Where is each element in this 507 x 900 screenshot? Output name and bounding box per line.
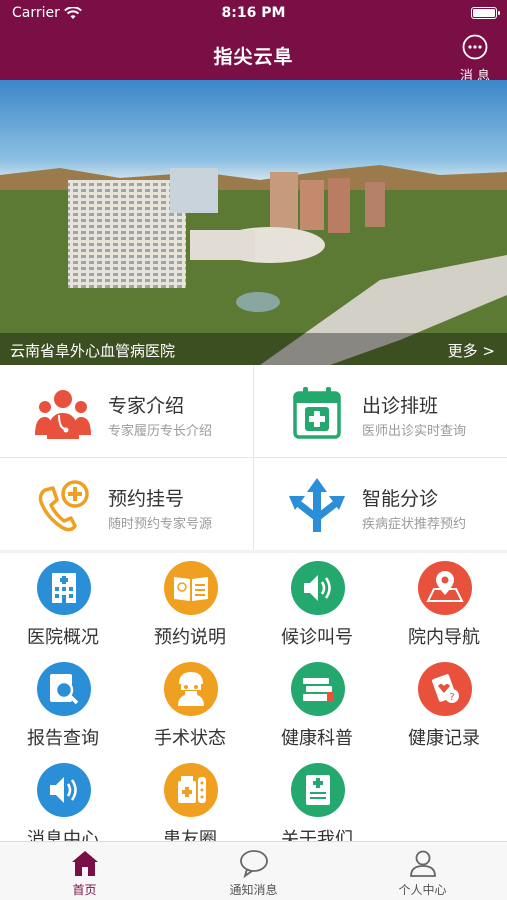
feature-subtitle: 医师出诊实时查询 <box>362 424 467 439</box>
grid-item-label: 候诊叫号 <box>281 627 353 648</box>
tab-label: 个人中心 <box>398 883 447 897</box>
app-header: Carrier 8:16 PM 指尖云阜 消 息 <box>0 0 507 84</box>
banner-caption: 云南省阜外心血管病医院 更多 > <box>0 333 507 365</box>
grid-item-label: 关于我们 <box>281 829 353 841</box>
tab-label: 首页 <box>72 883 97 897</box>
phone-plus-icon <box>38 480 89 532</box>
grid-item-label: 院内导航 <box>408 627 480 648</box>
grid-item-label: 健康科普 <box>281 728 353 749</box>
grid-item-hospital-overview[interactable]: 医院概况 <box>0 553 126 653</box>
messages-button[interactable]: 消 息 <box>455 34 495 84</box>
books-icon <box>291 662 345 716</box>
grid-item-navigation[interactable]: 院内导航 <box>381 553 507 653</box>
surgeon-icon <box>164 662 218 716</box>
tab-label: 通知消息 <box>229 883 278 897</box>
home-icon <box>72 851 98 876</box>
grid-item-report-query[interactable]: 报告查询 <box>0 654 126 754</box>
feature-title: 专家介绍 <box>108 395 185 417</box>
calendar-cross-icon <box>293 387 341 439</box>
svg-text:?: ? <box>449 692 454 703</box>
grid-item-appointment-notes[interactable]: 预约说明 <box>127 553 253 653</box>
grid-item-about-us[interactable]: 关于我们 <box>254 755 380 841</box>
feature-cards: 专家介绍 专家履历专长介绍 出诊排班 医师出诊实时查询 预约挂号 随时预约专家号… <box>0 365 507 550</box>
grid-item-label: 医院概况 <box>27 627 99 648</box>
speaker-icon <box>37 763 91 817</box>
medicine-bottle-icon <box>164 763 218 817</box>
banner-title: 云南省阜外心血管病医院 <box>10 342 176 360</box>
triage-arrows-icon <box>289 478 345 532</box>
person-icon <box>410 850 436 877</box>
grid-item-label: 患友圈 <box>163 829 217 841</box>
grid-item-queue-call[interactable]: 候诊叫号 <box>254 553 380 653</box>
hospital-banner[interactable]: 云南省阜外心血管病医院 更多 > <box>0 80 507 365</box>
feature-title: 预约挂号 <box>108 488 185 510</box>
report-search-icon <box>37 662 91 716</box>
feature-appointment[interactable]: 预约挂号 随时预约专家号源 <box>0 458 253 550</box>
message-dots-icon <box>462 34 488 60</box>
feature-subtitle: 疾病症状推荐预约 <box>362 517 467 532</box>
feature-subtitle: 随时预约专家号源 <box>108 517 213 532</box>
speaker-icon <box>291 561 345 615</box>
grid-item-surgery-status[interactable]: 手术状态 <box>127 654 253 754</box>
grid-item-label: 报告查询 <box>27 728 99 749</box>
grid-item-label: 手术状态 <box>154 728 226 749</box>
feature-title: 出诊排班 <box>362 395 439 417</box>
grid-item-label: 健康记录 <box>408 728 480 749</box>
banner-more-link[interactable]: 更多 > <box>448 340 495 361</box>
battery-icon <box>471 7 500 19</box>
service-grid: 医院概况 预约说明 候诊叫号 院内导航 报告查询 手术状态 健康科普 ? 健康记… <box>0 553 507 841</box>
doctors-group-icon <box>35 390 91 439</box>
grid-item-label: 预约说明 <box>154 627 226 648</box>
open-book-icon <box>164 561 218 615</box>
map-pin-icon <box>418 561 472 615</box>
hospital-document-icon <box>291 763 345 817</box>
chat-bubble-icon <box>240 850 268 878</box>
grid-item-label: 消息中心 <box>27 829 99 841</box>
hospital-photo <box>0 165 507 365</box>
clipboard-heart-icon: ? <box>418 662 472 716</box>
grid-item-message-center[interactable]: 消息中心 <box>0 755 126 841</box>
grid-item-health-education[interactable]: 健康科普 <box>254 654 380 754</box>
status-time: 8:16 PM <box>221 5 286 21</box>
tab-notifications[interactable]: 通知消息 <box>169 842 338 900</box>
feature-expert-intro[interactable]: 专家介绍 专家履历专长介绍 <box>0 365 253 457</box>
feature-triage[interactable]: 智能分诊 疾病症状推荐预约 <box>254 458 507 550</box>
feature-title: 智能分诊 <box>362 488 439 510</box>
tab-profile[interactable]: 个人中心 <box>338 842 507 900</box>
page-title: 指尖云阜 <box>213 46 294 68</box>
tab-home[interactable]: 首页 <box>0 842 169 900</box>
feature-subtitle: 专家履历专长介绍 <box>108 424 213 439</box>
grid-item-health-record[interactable]: ? 健康记录 <box>381 654 507 754</box>
tab-bar: 首页 通知消息 个人中心 <box>0 841 507 900</box>
divider <box>0 457 507 458</box>
status-bar: Carrier 8:16 PM <box>0 3 507 23</box>
hospital-building-icon <box>37 561 91 615</box>
feature-schedule[interactable]: 出诊排班 医师出诊实时查询 <box>254 365 507 457</box>
grid-item-patient-circle[interactable]: 患友圈 <box>127 755 253 841</box>
